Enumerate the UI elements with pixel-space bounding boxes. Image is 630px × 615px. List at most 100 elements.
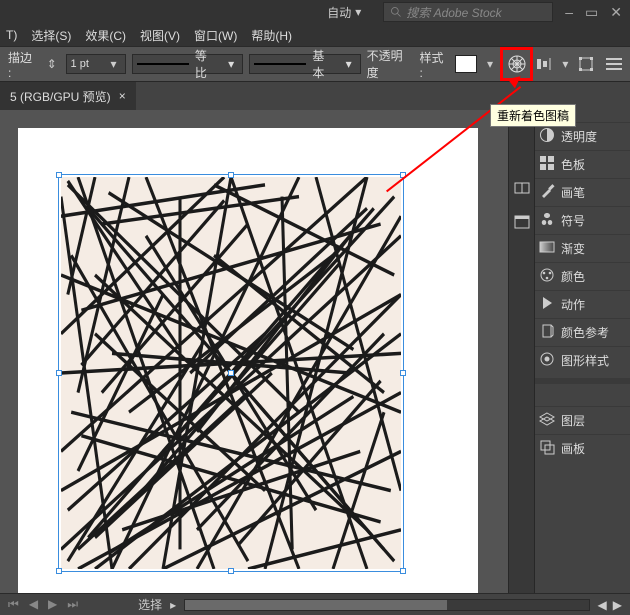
nav-prev[interactable]: ◀ [29,597,38,612]
scroll-left[interactable]: ◀ [598,598,607,612]
panel-label: 渐变 [561,240,585,257]
actions-icon [539,295,555,314]
stroke-stepper[interactable]: ⇕ [44,56,60,72]
panel-dock: 透明度 色板 画笔 符号 渐变 颜色 动作 颜色参考 [534,110,630,615]
handle-mb[interactable] [228,568,234,574]
close-button[interactable]: ✕ [610,5,622,19]
brush-definition-dropdown[interactable]: 基本▾ [249,54,361,74]
panel-label: 透明度 [561,128,597,145]
panel-label: 画板 [561,440,585,457]
selection-frame[interactable] [58,174,404,572]
handle-center[interactable] [228,370,234,376]
panel-label: 符号 [561,212,585,229]
transparency-icon [539,127,555,146]
document-tab-close[interactable]: × [119,89,126,103]
panel-label: 画笔 [561,184,585,201]
brush-definition-label: 基本 [312,47,335,81]
symbols-icon [539,211,555,230]
document-tab[interactable]: 5 (RGB/GPU 预览) × [0,82,136,110]
nav-next[interactable]: ▶ [48,597,57,612]
layers-icon [539,411,555,430]
menu-help[interactable]: 帮助(H) [251,27,292,44]
status-mode-label: 选择 [138,596,162,613]
document-tab-title: 5 (RGB/GPU 预览) [10,88,111,105]
stroke-weight-dropdown[interactable]: ▾ [107,57,121,71]
stroke-weight-field[interactable]: ▾ [66,54,126,74]
panel-actions[interactable]: 动作 [535,290,630,318]
brushes-icon [539,183,555,202]
style-dropdown[interactable]: ▾ [483,57,497,71]
width-profile-label: 等比 [195,47,218,81]
panel-color-guide[interactable]: 颜色参考 [535,318,630,346]
panel-color[interactable]: 颜色 [535,262,630,290]
handle-mr[interactable] [400,370,406,376]
panel-layers[interactable]: 图层 [535,406,630,434]
panel-label: 图形样式 [561,352,609,369]
width-profile-dropdown[interactable]: 等比▾ [132,54,244,74]
nav-first[interactable]: ⏮ [8,597,19,612]
dock-expand-icon[interactable] [514,214,530,230]
status-mode[interactable]: 选择 ▸ [138,596,176,613]
artboard [18,128,478,615]
handle-bl[interactable] [56,568,62,574]
recolor-artwork-button[interactable] [503,50,530,78]
color-guide-icon [539,323,555,342]
horizontal-scrollbar[interactable] [184,599,589,611]
handle-tr[interactable] [400,172,406,178]
canvas[interactable] [0,110,508,615]
opacity-label[interactable]: 不透明度 [367,47,414,81]
stroke-label: 描边 : [8,49,38,80]
panel-symbols[interactable]: 符号 [535,206,630,234]
color-wheel-icon [508,55,526,73]
window-buttons: – ▭ ✕ [565,5,622,19]
align-button[interactable] [536,56,552,72]
handle-mt[interactable] [228,172,234,178]
layout-selector[interactable]: 自动 ▾ [323,4,365,21]
panel-swatches[interactable]: 色板 [535,150,630,178]
panel-label: 图层 [561,412,585,429]
panel-label: 色板 [561,156,585,173]
swatches-icon [539,155,555,174]
layout-selector-label: 自动 [327,4,351,21]
status-bar: ⏮ ◀ ▶ ⏭ 选择 ▸ ◀ ▶ [0,593,630,615]
scroll-right[interactable]: ▶ [613,598,622,612]
stroke-weight-input[interactable] [71,58,107,70]
panel-brushes[interactable]: 画笔 [535,178,630,206]
panel-artboards[interactable]: 画板 [535,434,630,462]
graphic-styles-icon [539,351,555,370]
search-icon [390,6,402,18]
color-icon [539,267,555,286]
artboard-nav: ⏮ ◀ ▶ ⏭ [8,597,78,612]
panel-group-separator [535,378,630,384]
stock-search[interactable]: 搜索 Adobe Stock [383,2,553,22]
control-bar: 描边 : ⇕ ▾ 等比▾ 基本▾ 不透明度 样式 : ▾ ▾ [0,46,630,82]
dock-separator-icon[interactable] [514,180,530,196]
scrollbar-thumb[interactable] [185,600,447,610]
handle-ml[interactable] [56,370,62,376]
panel-label: 颜色参考 [561,324,609,341]
menu-effect[interactable]: 效果(C) [85,27,126,44]
artboards-icon [539,439,555,458]
gradient-icon [539,239,555,258]
menu-type[interactable]: T) [6,28,17,42]
app-topbar: 自动 ▾ 搜索 Adobe Stock – ▭ ✕ [0,0,630,24]
panel-label: 颜色 [561,268,585,285]
style-swatch[interactable] [455,55,477,73]
menu-view[interactable]: 视图(V) [140,27,180,44]
panel-gradient[interactable]: 渐变 [535,234,630,262]
dock-strip [508,110,534,615]
minimize-button[interactable]: – [565,5,573,19]
transform-button[interactable] [578,56,594,72]
restore-button[interactable]: ▭ [585,5,598,19]
nav-last[interactable]: ⏭ [67,597,78,612]
handle-br[interactable] [400,568,406,574]
panel-label: 动作 [561,296,585,313]
align-dropdown[interactable]: ▾ [558,57,572,71]
panel-graphic-styles[interactable]: 图形样式 [535,346,630,374]
workarea: 透明度 色板 画笔 符号 渐变 颜色 动作 颜色参考 [0,110,630,615]
handle-tl[interactable] [56,172,62,178]
style-label: 样式 : [420,49,450,80]
menu-select[interactable]: 选择(S) [31,27,71,44]
menu-window[interactable]: 窗口(W) [194,27,237,44]
panel-menu-button[interactable] [606,56,622,72]
